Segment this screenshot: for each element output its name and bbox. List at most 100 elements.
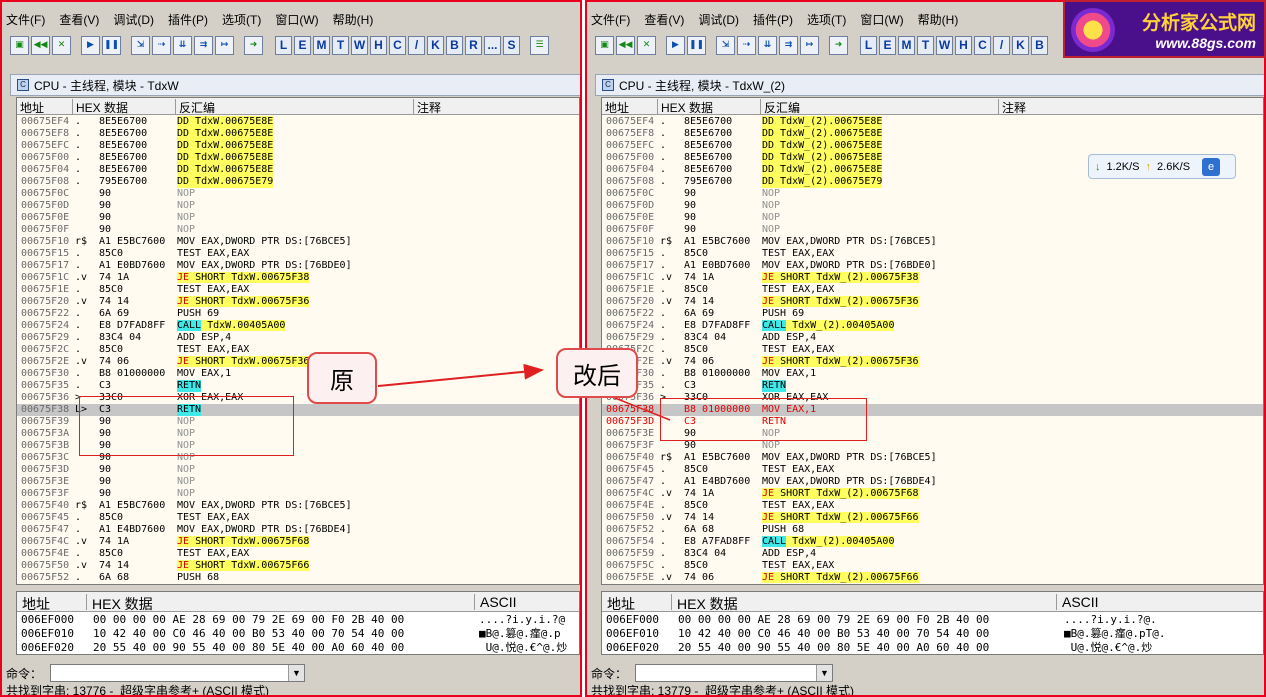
hex-col-ascii[interactable]: ASCII	[1057, 594, 1263, 610]
toolbar-btn-b[interactable]: B	[446, 35, 463, 55]
menu-help[interactable]: 帮助(H)	[333, 10, 374, 32]
toolbar-btn-b[interactable]: B	[1031, 35, 1048, 55]
step-into-icon[interactable]: ⇲	[131, 35, 150, 55]
toolbar-btn-c[interactable]: C	[974, 35, 991, 55]
disasm-row[interactable]: 00675F0D 90 NOP	[602, 200, 1263, 212]
hex-col-address[interactable]: 地址	[602, 594, 672, 612]
hex-col-address[interactable]: 地址	[17, 594, 87, 612]
menu-file[interactable]: 文件(F)	[591, 10, 630, 32]
step-over-icon[interactable]: ⇢	[737, 35, 756, 55]
pause-icon[interactable]: ❚❚	[102, 35, 121, 55]
disasm-row[interactable]: 00675F24. E8 D7FAD8FF CALL TdxW.00405A00	[17, 320, 579, 332]
disasm-row[interactable]: 00675F15. 85C0 TEST EAX,EAX	[602, 248, 1263, 260]
hex-col-data[interactable]: HEX 数据	[87, 594, 475, 612]
disasm-row[interactable]: 00675F0F 90 NOP	[17, 224, 579, 236]
open-icon[interactable]: ▣	[595, 35, 614, 55]
toolbar-btn-c[interactable]: C	[389, 35, 406, 55]
hex-row[interactable]: 006EF010 10 42 40 00 C0 46 40 00 B0 53 40…	[17, 627, 579, 641]
trace-over-icon[interactable]: ⇉	[194, 35, 213, 55]
menu-view[interactable]: 查看(V)	[59, 10, 99, 32]
list-icon[interactable]: ☰	[530, 35, 549, 55]
execute-till-return-icon[interactable]: ↦	[215, 35, 234, 55]
disasm-row[interactable]: 00675F30.B8 01000000MOV EAX,1	[17, 368, 579, 380]
menu-window[interactable]: 窗口(W)	[860, 10, 903, 32]
disasm-row[interactable]: 00675F47. A1 E4BD7600 MOV EAX,DWORD PTR DS…	[602, 476, 1263, 488]
goto-icon[interactable]: ➜	[244, 35, 263, 55]
disasm-row[interactable]: 00675F2E .v 74 06 JE SHORT TdxW.00675F36	[17, 356, 579, 368]
disasm-row[interactable]: 00675F0C 90 NOP	[602, 188, 1263, 200]
col-disasm[interactable]: 反汇编	[176, 99, 414, 115]
menu-view[interactable]: 查看(V)	[644, 10, 684, 32]
disasm-row[interactable]: 00675F0E 90 NOP	[602, 212, 1263, 224]
dropdown-arrow-icon[interactable]: ▼	[816, 665, 833, 681]
disasm-row[interactable]: 00675F3F 90 NOP	[17, 488, 579, 500]
network-speed-widget[interactable]: ↓ 1.2K/S ↑ 2.6K/S e	[1088, 154, 1236, 179]
col-address[interactable]: 地址	[602, 99, 658, 115]
menu-window[interactable]: 窗口(W)	[275, 10, 318, 32]
disasm-row[interactable]: 00675F2C.85C0TEST EAX,EAX	[17, 344, 579, 356]
goto-icon[interactable]: ➜	[829, 35, 848, 55]
disasm-row[interactable]: 00675F1E. 85C0 TEST EAX,EAX	[17, 284, 579, 296]
disasm-row[interactable]: 00675F04. 8E5E6700 DD TdxW.00675E8E	[17, 164, 579, 176]
toolbar-btn-h[interactable]: H	[955, 35, 972, 55]
rewind-icon[interactable]: ◀◀	[31, 35, 50, 55]
disasm-row[interactable]: 00675F5C. 85C0 TEST EAX,EAX	[602, 560, 1263, 572]
disasm-row[interactable]: 00675F29. 83C4 04 ADD ESP,4	[602, 332, 1263, 344]
hex-dump-pane[interactable]: 地址 HEX 数据 ASCII 006EF000 00 00 00 00 AE 2…	[16, 591, 580, 655]
disasm-row[interactable]: 00675F22. 6A 69 PUSH 69	[17, 308, 579, 320]
disasm-row[interactable]: 00675F40 r$ A1 E5BC7600 MOV EAX,DWORD PTR D…	[17, 500, 579, 512]
disasm-row[interactable]: 00675F3E 90 NOP	[17, 476, 579, 488]
toolbar-btn-slash[interactable]: /	[408, 35, 425, 55]
menu-options[interactable]: 选项(T)	[222, 10, 261, 32]
menu-debug[interactable]: 调试(D)	[113, 10, 154, 32]
hex-row[interactable]: 006EF020 20 55 40 00 90 55 40 00 80 5E 40…	[17, 641, 579, 654]
hex-row[interactable]: 006EF020 20 55 40 00 90 55 40 00 80 5E 40…	[602, 641, 1263, 654]
rewind-icon[interactable]: ◀◀	[616, 35, 635, 55]
disasm-row[interactable]: 00675F2C.85C0TEST EAX,EAX	[602, 344, 1263, 356]
disasm-row[interactable]: 00675F10 r$ A1 E5BC7600 MOV EAX,DWORD PTR D…	[602, 236, 1263, 248]
toolbar-btn-e[interactable]: E	[879, 35, 896, 55]
menu-plugins[interactable]: 插件(P)	[753, 10, 793, 32]
toolbar-btn-r[interactable]: R	[465, 35, 482, 55]
toolbar-btn-more[interactable]: ...	[484, 35, 501, 55]
disasm-row[interactable]: 00675F20 .v 74 14 JE SHORT TdxW.00675F36	[17, 296, 579, 308]
disasm-row[interactable]: 00675F29. 83C4 04 ADD ESP,4	[17, 332, 579, 344]
disasm-row[interactable]: 00675F4C .v 74 1A JE SHORT TdxW_(2).00675F6…	[602, 488, 1263, 500]
disasm-row[interactable]: 00675F00. 8E5E6700 DD TdxW.00675E8E	[17, 152, 579, 164]
disasm-row[interactable]: 00675F17. A1 E0BD7600 MOV EAX,DWORD PTR DS…	[602, 260, 1263, 272]
col-hex[interactable]: HEX 数据	[658, 99, 761, 115]
disasm-row[interactable]: 00675F35.C3RETN	[602, 380, 1263, 392]
menu-file[interactable]: 文件(F)	[6, 10, 45, 32]
col-comment[interactable]: 注释	[999, 99, 1263, 115]
pause-icon[interactable]: ❚❚	[687, 35, 706, 55]
hex-col-ascii[interactable]: ASCII	[475, 594, 579, 610]
dropdown-arrow-icon[interactable]: ▼	[288, 665, 305, 681]
execute-till-return-icon[interactable]: ↦	[800, 35, 819, 55]
disasm-row[interactable]: 00675EF8. 8E5E6700 DD TdxW.00675E8E	[17, 128, 579, 140]
disasm-row[interactable]: 00675EFC. 8E5E6700 DD TdxW_(2).00675E8E	[602, 140, 1263, 152]
col-disasm[interactable]: 反汇编	[761, 99, 999, 115]
toolbar-btn-m[interactable]: M	[313, 35, 330, 55]
toolbar-btn-s[interactable]: S	[503, 35, 520, 55]
run-icon[interactable]: ▶	[666, 35, 685, 55]
open-icon[interactable]: ▣	[10, 35, 29, 55]
disasm-row[interactable]: 00675F4C .v 74 1A JE SHORT TdxW.00675F68	[17, 536, 579, 548]
disasm-row[interactable]: 00675F0F 90 NOP	[602, 224, 1263, 236]
hex-col-data[interactable]: HEX 数据	[672, 594, 1057, 612]
col-comment[interactable]: 注释	[414, 99, 579, 115]
disasm-row[interactable]: 00675F54. E8 A7FAD8FF CALL TdxW_(2).00405A…	[602, 536, 1263, 548]
hex-row[interactable]: 006EF010 10 42 40 00 C0 46 40 00 B0 53 40…	[602, 627, 1263, 641]
disasm-row[interactable]: 00675F1C .v 74 1A JE SHORT TdxW.00675F38	[17, 272, 579, 284]
command-input[interactable]: ▼	[635, 664, 834, 682]
hex-row[interactable]: 006EF000 00 00 00 00 AE 28 69 00 79 2E 69…	[17, 613, 579, 627]
disassembly-pane[interactable]: 地址 HEX 数据 反汇编 注释 00675EF4. 8E5E6700 DD Tdx…	[16, 97, 580, 585]
toolbar-btn-l[interactable]: L	[275, 35, 292, 55]
toolbar-btn-t[interactable]: T	[917, 35, 934, 55]
disasm-row[interactable]: 00675F1C .v 74 1A JE SHORT TdxW_(2).00675F3…	[602, 272, 1263, 284]
menu-help[interactable]: 帮助(H)	[918, 10, 959, 32]
step-into-icon[interactable]: ⇲	[716, 35, 735, 55]
disasm-row[interactable]: 00675F30.B8 01000000MOV EAX,1	[602, 368, 1263, 380]
disasm-row[interactable]: 00675F50 .v 74 14 JE SHORT TdxW_(2).00675F6…	[602, 512, 1263, 524]
disasm-row[interactable]: 00675F35.C3RETN	[17, 380, 579, 392]
menu-debug[interactable]: 调试(D)	[698, 10, 739, 32]
